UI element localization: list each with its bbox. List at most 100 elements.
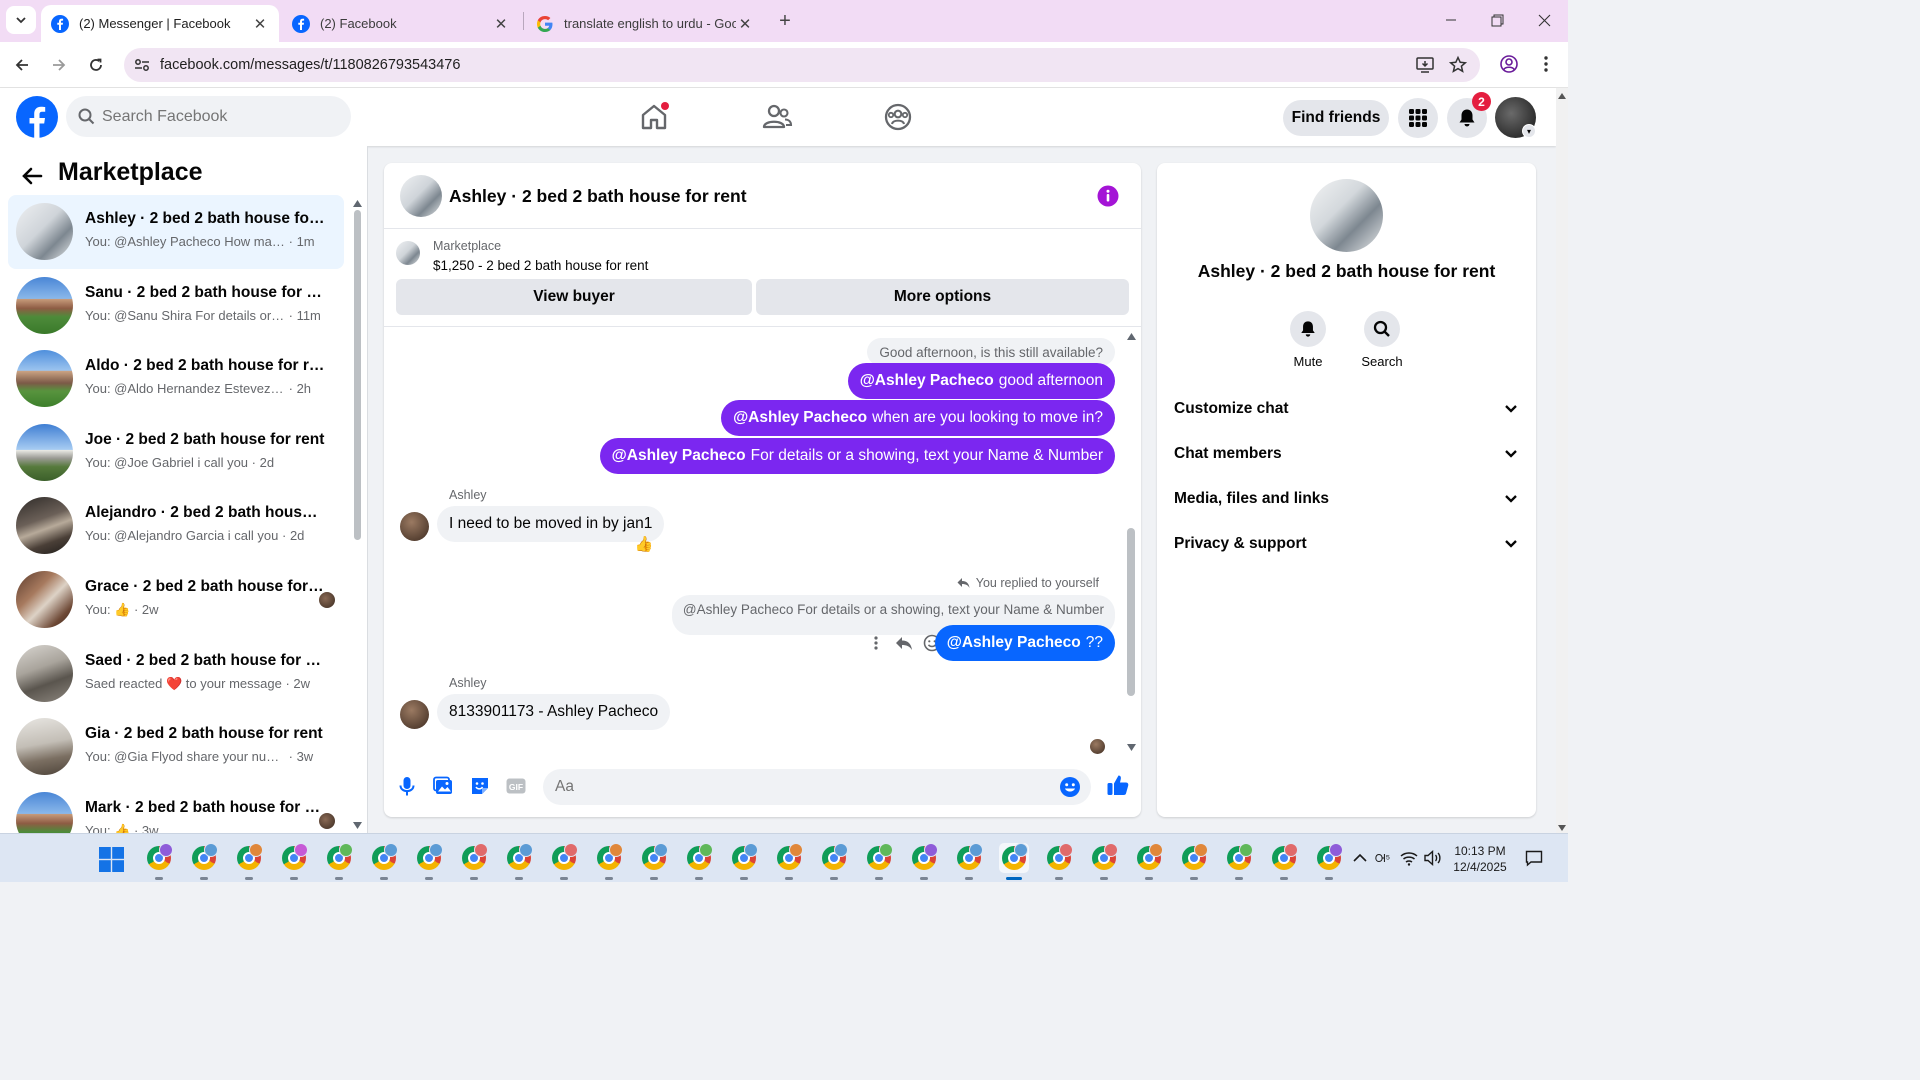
tab-search-button[interactable] bbox=[6, 6, 36, 34]
section-media-files-links[interactable]: Media, files and links bbox=[1165, 477, 1528, 521]
chrome-taskbar-icon[interactable] bbox=[549, 843, 579, 880]
chrome-taskbar-icon[interactable] bbox=[999, 843, 1029, 880]
scroll-up-icon[interactable] bbox=[353, 200, 362, 207]
chrome-taskbar-icon[interactable] bbox=[639, 843, 669, 880]
chrome-taskbar-icon[interactable] bbox=[279, 843, 309, 880]
mention[interactable]: @Ashley Pacheco bbox=[860, 372, 994, 390]
restore-button[interactable] bbox=[1474, 6, 1520, 34]
notification-center-icon[interactable] bbox=[1524, 848, 1544, 868]
search-action[interactable]: Search bbox=[1352, 311, 1412, 369]
section-privacy-support[interactable]: Privacy & support bbox=[1165, 522, 1528, 566]
section-chat-members[interactable]: Chat members bbox=[1165, 432, 1528, 476]
sticker-icon[interactable] bbox=[469, 775, 491, 797]
search-input[interactable] bbox=[102, 107, 332, 126]
tab-google-translate[interactable]: translate english to urdu - Goog ✕ bbox=[526, 5, 764, 42]
chrome-taskbar-icon[interactable] bbox=[1089, 843, 1119, 880]
chrome-taskbar-icon[interactable] bbox=[864, 843, 894, 880]
message-bubble-outgoing[interactable]: @Ashley Pacheco when are you looking to m… bbox=[721, 400, 1115, 436]
emoji-icon[interactable] bbox=[1059, 776, 1081, 798]
message-input-box[interactable] bbox=[543, 769, 1091, 805]
menu-kebab-icon[interactable] bbox=[1536, 54, 1556, 74]
tab-messenger[interactable]: (2) Messenger | Facebook ✕ bbox=[41, 5, 279, 42]
find-friends-button[interactable]: Find friends bbox=[1283, 100, 1389, 136]
chrome-taskbar-icon[interactable] bbox=[369, 843, 399, 880]
tab-facebook[interactable]: (2) Facebook ✕ bbox=[282, 5, 520, 42]
message-input[interactable] bbox=[555, 778, 1035, 796]
conversation-item[interactable]: Aldo · 2 bed 2 bath house for rent You: … bbox=[8, 342, 344, 416]
groups-icon[interactable] bbox=[882, 101, 914, 133]
gif-icon[interactable]: GIF bbox=[505, 775, 527, 797]
chrome-taskbar-icon[interactable] bbox=[909, 843, 939, 880]
mute-button[interactable] bbox=[1290, 311, 1326, 347]
chrome-taskbar-icon[interactable] bbox=[189, 843, 219, 880]
facebook-logo[interactable] bbox=[16, 96, 58, 138]
conversation-item[interactable]: Sanu · 2 bed 2 bath house for rent You: … bbox=[8, 269, 344, 343]
photo-icon[interactable] bbox=[432, 775, 454, 797]
conversation-item[interactable]: Saed · 2 bed 2 bath house for rent Saed … bbox=[8, 637, 344, 711]
install-app-icon[interactable] bbox=[1415, 55, 1435, 75]
scroll-up-icon[interactable] bbox=[1127, 333, 1136, 340]
chrome-taskbar-icon[interactable] bbox=[594, 843, 624, 880]
chat-avatar[interactable] bbox=[400, 175, 442, 217]
star-icon[interactable] bbox=[1448, 55, 1468, 75]
chrome-taskbar-icon[interactable] bbox=[684, 843, 714, 880]
chat-avatar-large[interactable] bbox=[1310, 179, 1383, 252]
scrollbar-thumb[interactable] bbox=[354, 210, 361, 540]
scroll-down-icon[interactable] bbox=[1558, 825, 1566, 831]
message-bubble-incoming[interactable]: 8133901173 - Ashley Pacheco bbox=[437, 694, 671, 730]
reaction-thumbs-up[interactable]: 👍 bbox=[635, 535, 654, 553]
scroll-up-icon[interactable] bbox=[1558, 93, 1566, 99]
chrome-taskbar-icon[interactable] bbox=[1314, 843, 1344, 880]
site-settings-icon[interactable] bbox=[134, 57, 150, 73]
page-scrollbar[interactable] bbox=[1556, 88, 1568, 833]
close-tab-icon[interactable]: ✕ bbox=[251, 15, 269, 33]
volume-icon[interactable] bbox=[1423, 848, 1443, 868]
friends-icon[interactable] bbox=[761, 101, 793, 133]
mention[interactable]: @Ashley Pacheco bbox=[947, 634, 1081, 652]
listing-title[interactable]: $1,250 - 2 bed 2 bath house for rent bbox=[433, 258, 648, 273]
chrome-taskbar-icon[interactable] bbox=[459, 843, 489, 880]
windows-start-icon[interactable] bbox=[99, 847, 124, 872]
view-buyer-button[interactable]: View buyer bbox=[396, 279, 752, 315]
address-bar[interactable]: facebook.com/messages/t/1180826793543476 bbox=[124, 48, 1480, 82]
profile-icon[interactable] bbox=[1499, 54, 1519, 74]
more-actions-icon[interactable] bbox=[862, 629, 890, 657]
conversation-item[interactable]: Grace · 2 bed 2 bath house for rent You:… bbox=[8, 563, 344, 637]
mention[interactable]: @Ashley Pacheco bbox=[733, 409, 867, 427]
chrome-taskbar-icon[interactable] bbox=[504, 843, 534, 880]
new-tab-button[interactable]: + bbox=[772, 8, 798, 34]
message-bubble[interactable]: Good afternoon, is this still available? bbox=[867, 338, 1115, 366]
scrollbar-thumb[interactable] bbox=[1127, 528, 1135, 696]
thumbs-up-icon[interactable] bbox=[1106, 773, 1130, 797]
chrome-taskbar-icon[interactable] bbox=[1179, 843, 1209, 880]
close-tab-icon[interactable]: ✕ bbox=[492, 15, 510, 33]
chat-scrollbar[interactable] bbox=[1125, 328, 1137, 756]
microphone-icon[interactable] bbox=[396, 775, 418, 797]
chrome-taskbar-icon[interactable] bbox=[1134, 843, 1164, 880]
message-bubble-outgoing[interactable]: @Ashley Pacheco?? bbox=[934, 625, 1115, 661]
back-arrow-icon[interactable] bbox=[20, 164, 44, 188]
chrome-taskbar-icon[interactable] bbox=[414, 843, 444, 880]
chrome-taskbar-icon[interactable] bbox=[819, 843, 849, 880]
close-tab-icon[interactable]: ✕ bbox=[736, 15, 754, 33]
chrome-taskbar-icon[interactable] bbox=[324, 843, 354, 880]
menu-button[interactable] bbox=[1398, 98, 1438, 138]
scroll-down-icon[interactable] bbox=[353, 822, 362, 829]
more-options-button[interactable]: More options bbox=[756, 279, 1129, 315]
chrome-taskbar-icon[interactable] bbox=[234, 843, 264, 880]
chrome-taskbar-icon[interactable] bbox=[774, 843, 804, 880]
account-chevron-icon[interactable]: ▾ bbox=[1522, 124, 1536, 138]
chrome-taskbar-icon[interactable] bbox=[1269, 843, 1299, 880]
section-customize-chat[interactable]: Customize chat bbox=[1165, 387, 1528, 431]
chrome-taskbar-icon[interactable] bbox=[729, 843, 759, 880]
message-bubble-outgoing[interactable]: @Ashley Pacheco For details or a showing,… bbox=[599, 438, 1115, 474]
scroll-down-icon[interactable] bbox=[1127, 744, 1136, 751]
forward-button[interactable] bbox=[45, 51, 73, 79]
facebook-search[interactable] bbox=[66, 96, 351, 137]
system-clock[interactable]: 10:13 PM 12/4/2025 bbox=[1449, 843, 1511, 875]
sender-avatar[interactable] bbox=[400, 512, 429, 541]
chrome-taskbar-icon[interactable] bbox=[954, 843, 984, 880]
reply-icon[interactable] bbox=[890, 629, 918, 657]
reload-button[interactable] bbox=[82, 51, 110, 79]
back-button[interactable] bbox=[8, 51, 36, 79]
